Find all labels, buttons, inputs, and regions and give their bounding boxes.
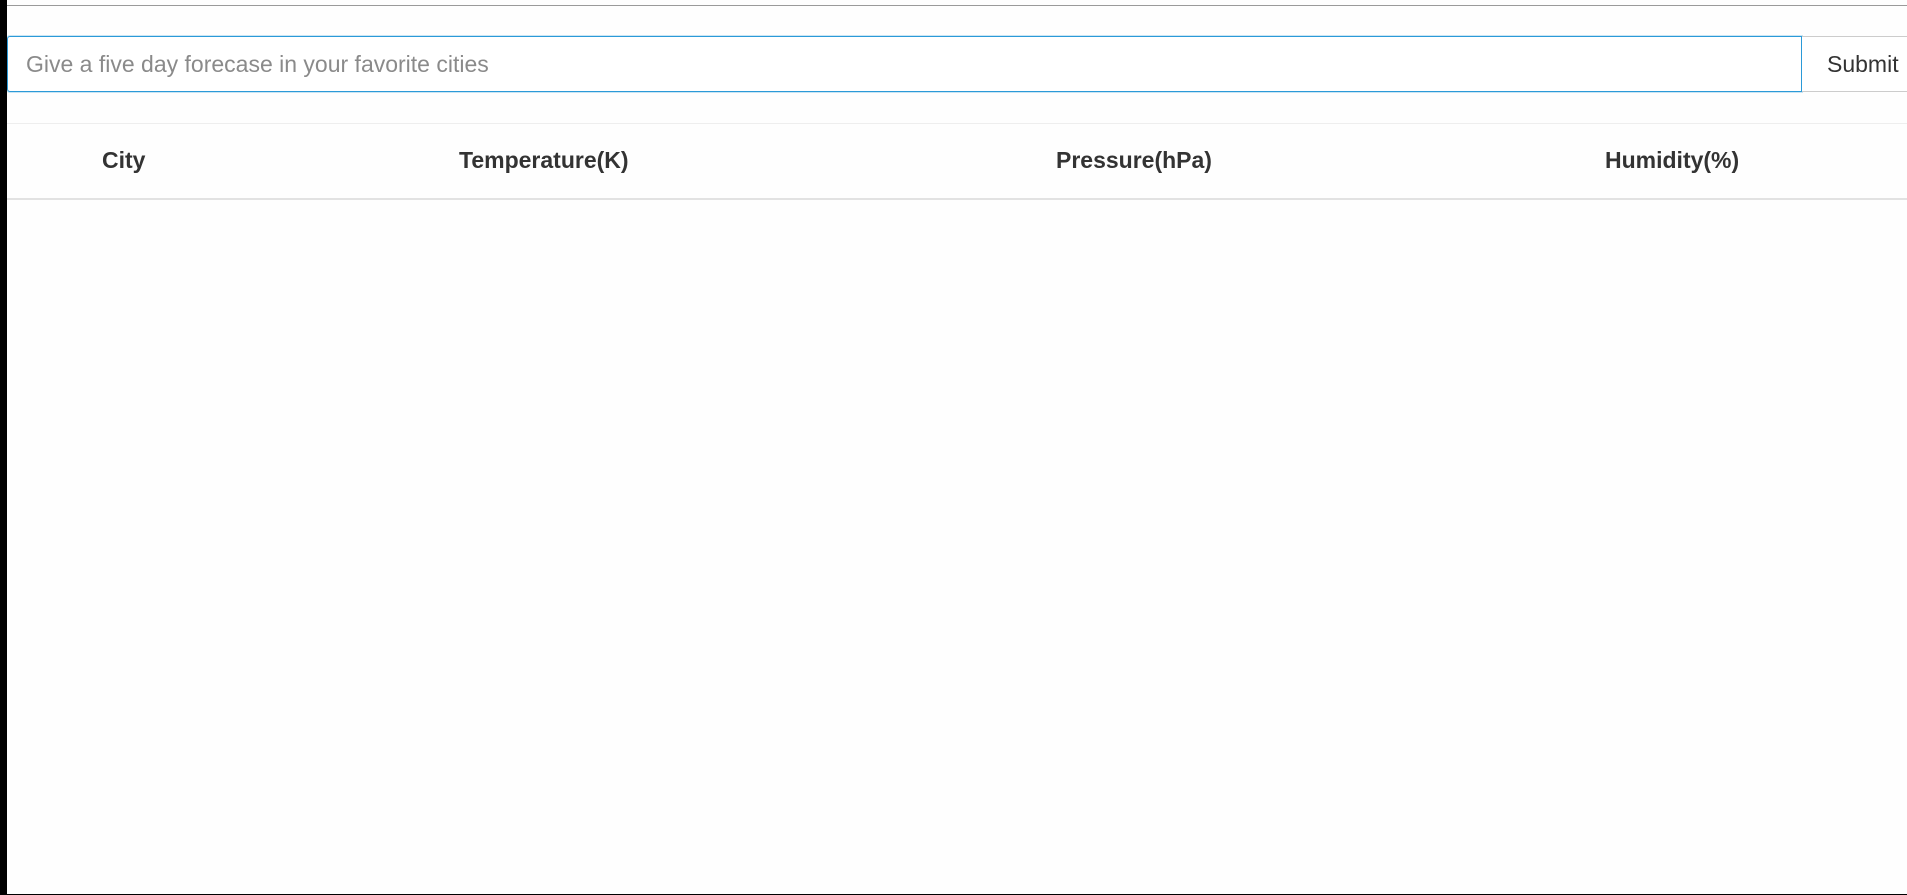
column-header-temperature: Temperature(K): [459, 147, 629, 173]
column-header-pressure: Pressure(hPa): [1056, 147, 1212, 173]
forecast-table-header: City Temperature(K) Pressure(hPa) Humidi…: [7, 124, 1907, 200]
column-header-city: City: [102, 147, 146, 173]
submit-button[interactable]: Submit: [1802, 36, 1907, 92]
column-header-humidity: Humidity(%): [1605, 147, 1740, 173]
city-search-input[interactable]: [7, 36, 1802, 92]
app-viewport: Submit City Temperature(K) Pressure(hPa)…: [7, 0, 1907, 894]
top-divider: [7, 5, 1907, 6]
forecast-search-form: Submit: [7, 36, 1907, 92]
